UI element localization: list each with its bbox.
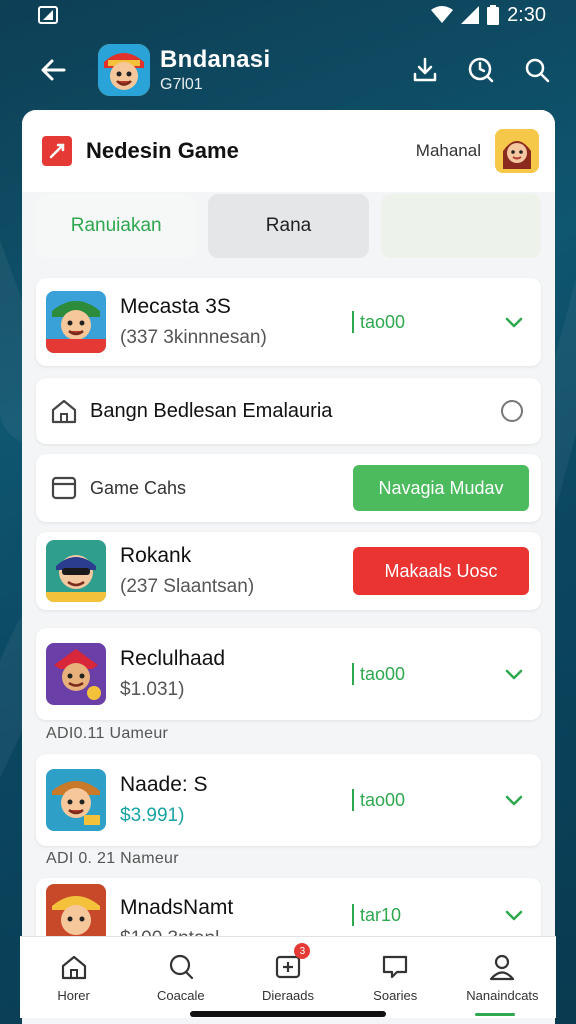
app-titles: Bndanasi G7l01	[160, 46, 270, 94]
game-row-text: Rokank (237 Slaantsan)	[120, 544, 254, 598]
game-status: tao00	[352, 663, 405, 685]
game-title: Mecasta 3S	[120, 295, 231, 318]
game-status: tao00	[352, 789, 405, 811]
download-icon	[413, 57, 437, 82]
bottom-navigation: Horer Coacale 3 Dieraads Soaries Nanaind…	[20, 936, 556, 1018]
app-bar: Bndanasi G7l01	[0, 30, 576, 110]
game-header-label[interactable]: Mahanal	[416, 141, 481, 161]
game-row[interactable]: Mecasta 3S (337 3kinnnesan) tao00	[36, 278, 541, 366]
house-icon	[51, 399, 77, 424]
segment-rana[interactable]: Rana	[208, 194, 369, 258]
notification-badge: 3	[294, 943, 311, 959]
search-icon	[169, 954, 193, 980]
main-card: Nedesin Game Mahanal Ranuiakan Rana Meca…	[22, 110, 555, 1024]
section-label: ADI 0. 21 Nameur	[46, 850, 179, 867]
download-button[interactable]	[410, 55, 440, 85]
navigate-button[interactable]: Navagia Mudav	[353, 465, 529, 511]
home-option-label: Bangn Bedlesan Emalauria	[90, 399, 333, 422]
app-actions	[410, 55, 552, 85]
nav-search[interactable]: Coacale	[127, 937, 234, 1018]
game-thumbnail	[46, 291, 106, 353]
nav-profile-label: Nanaindcats	[466, 988, 539, 1003]
game-row[interactable]: Naade: S $3.991) tao00	[36, 754, 541, 846]
card-icon	[51, 476, 77, 500]
nav-downloads[interactable]: 3 Dieraads	[234, 937, 341, 1018]
arrow-left-icon	[41, 59, 66, 81]
chevron-down-icon[interactable]	[503, 663, 525, 685]
back-button[interactable]	[36, 53, 70, 87]
game-subtitle: (237 Slaantsan)	[120, 576, 255, 597]
status-indicators: 2:30	[431, 4, 546, 27]
game-title: Reclulhaad	[120, 647, 226, 670]
game-subtitle: (337 3kinnnesan)	[120, 327, 267, 348]
wifi-icon	[431, 6, 454, 23]
nav-stories[interactable]: Soaries	[342, 937, 449, 1018]
chat-icon	[383, 955, 408, 979]
segment-ranuiakan[interactable]: Ranuiakan	[36, 194, 197, 258]
nav-downloads-label: Dieraads	[261, 988, 315, 1003]
user-avatar[interactable]	[495, 129, 539, 173]
radio-button[interactable]	[501, 400, 523, 422]
game-thumbnail	[46, 540, 106, 602]
game-cats-label: Game Cahs	[90, 477, 187, 498]
battery-icon	[487, 5, 500, 25]
profile-icon	[490, 954, 515, 981]
app-subtitle: G7l01	[160, 76, 203, 93]
chevron-down-icon[interactable]	[503, 311, 525, 333]
segment-empty[interactable]	[380, 194, 541, 258]
game-row-text: Mecasta 3S (337 3kinnnesan)	[120, 295, 267, 349]
app-avatar[interactable]	[98, 44, 150, 96]
signal-icon	[461, 6, 480, 24]
notification-icon	[38, 6, 58, 24]
game-subtitle: $1.031)	[120, 679, 185, 700]
chevron-down-icon[interactable]	[503, 904, 525, 926]
status-time: 2:30	[507, 3, 546, 26]
history-search-icon	[468, 57, 494, 83]
nav-profile[interactable]: Nanaindcats	[449, 937, 556, 1018]
game-title: Naade: S	[120, 773, 208, 796]
game-thumbnail	[46, 643, 106, 705]
search-button[interactable]	[522, 55, 552, 85]
home-option-row[interactable]: Bangn Bedlesan Emalauria	[36, 378, 541, 444]
game-header-title: Nedesin Game	[86, 138, 239, 163]
action-button-red[interactable]: Makaals Uosc	[353, 547, 529, 595]
active-indicator	[474, 1013, 515, 1016]
game-row-text: Naade: S $3.991)	[120, 773, 208, 827]
nav-home-label: Horer	[57, 988, 90, 1003]
segmented-control: Ranuiakan Rana	[36, 194, 541, 258]
game-status: tar10	[352, 904, 401, 926]
nav-stories-label: Soaries	[373, 988, 418, 1003]
game-row[interactable]: Reclulhaad $1.031) tao00	[36, 628, 541, 720]
home-indicator[interactable]	[190, 1011, 386, 1017]
search-icon	[525, 58, 550, 83]
chevron-down-icon[interactable]	[503, 789, 525, 811]
home-icon	[61, 955, 86, 980]
history-button[interactable]	[466, 55, 496, 85]
status-bar: 2:30	[0, 0, 576, 30]
section-label: ADI0.11 Uameur	[46, 725, 169, 742]
app-title: Bndanasi	[160, 46, 271, 73]
game-thumbnail	[46, 769, 106, 831]
game-header: Nedesin Game Mahanal	[22, 110, 555, 192]
game-title: Rokank	[120, 544, 192, 567]
game-status: tao00	[352, 311, 405, 333]
nav-search-label: Coacale	[156, 988, 205, 1003]
game-row-text: Reclulhaad $1.031)	[120, 647, 225, 701]
game-price: $3.991)	[120, 805, 185, 826]
nav-home[interactable]: Horer	[20, 937, 127, 1018]
game-cats-row: Game Cahs Navagia Mudav	[36, 454, 541, 522]
game-row[interactable]: Rokank (237 Slaantsan) Makaals Uosc	[36, 532, 541, 610]
game-tag-icon	[42, 136, 72, 166]
game-title: MnadsNamt	[120, 896, 234, 919]
